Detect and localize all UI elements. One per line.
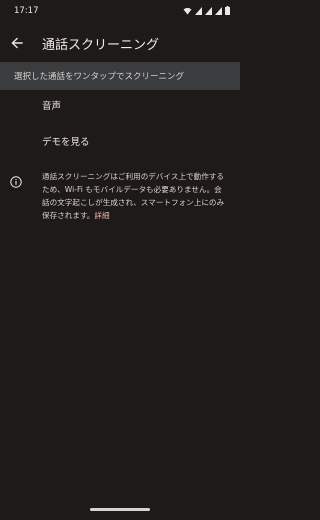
signal-icon bbox=[205, 6, 212, 15]
battery-icon bbox=[225, 6, 230, 15]
wifi-icon bbox=[183, 7, 192, 14]
gesture-nav-handle[interactable] bbox=[90, 508, 150, 511]
status-time: 17:17 bbox=[14, 6, 39, 16]
info-icon bbox=[10, 176, 22, 188]
info-text: 通話スクリーニングはご利用のデバイス上で動作するため、Wi-Fi もモバイルデー… bbox=[42, 170, 228, 222]
signal-icon bbox=[195, 6, 202, 15]
signal-icon bbox=[215, 6, 222, 15]
section-header-label: 選択した通話をワンタップでスクリーニング bbox=[14, 72, 185, 82]
view-demo-item[interactable]: デモを見る bbox=[0, 124, 240, 158]
app-bar: 通話スクリーニング bbox=[0, 26, 240, 60]
voice-setting-item[interactable]: 音声 bbox=[0, 88, 240, 122]
info-description: 通話スクリーニングはご利用のデバイス上で動作するため、Wi-Fi もモバイルデー… bbox=[42, 172, 225, 220]
learn-more-link[interactable]: 詳細 bbox=[94, 211, 109, 220]
arrow-back-icon bbox=[11, 37, 23, 49]
page-title: 通話スクリーニング bbox=[42, 38, 160, 53]
call-screen-toggle-header[interactable]: 選択した通話をワンタップでスクリーニング bbox=[0, 62, 240, 90]
view-demo-label: デモを見る bbox=[42, 137, 90, 148]
status-icons bbox=[183, 6, 230, 15]
voice-setting-label: 音声 bbox=[42, 101, 62, 112]
back-button[interactable] bbox=[6, 32, 28, 54]
status-bar: 17:17 bbox=[0, 0, 240, 22]
